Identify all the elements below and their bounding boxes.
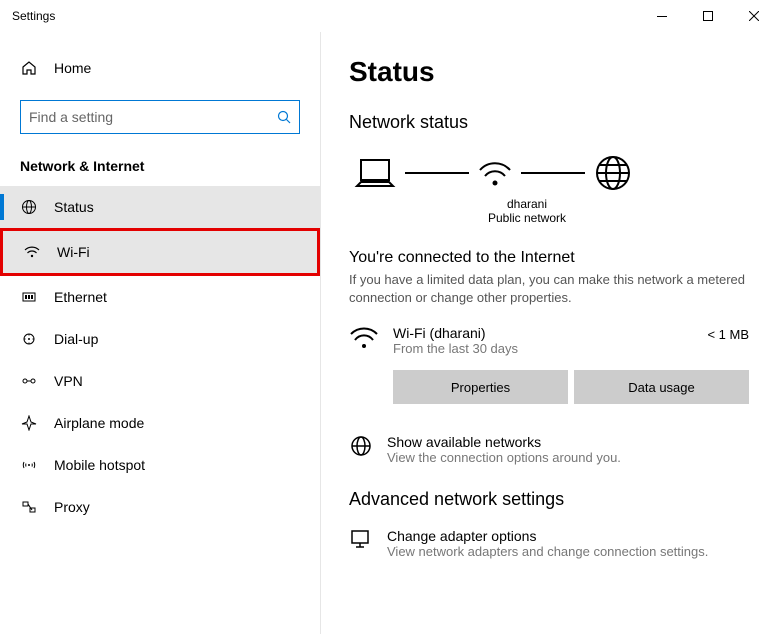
link-title: Show available networks xyxy=(387,434,621,450)
section-title: Network status xyxy=(349,112,749,133)
search-icon xyxy=(277,110,291,124)
minimize-button[interactable] xyxy=(639,0,685,32)
button-row: Properties Data usage xyxy=(349,370,749,404)
minimize-icon xyxy=(657,16,667,17)
nav-item-status[interactable]: Status xyxy=(0,186,320,228)
nav-label: Wi-Fi xyxy=(57,244,90,260)
nav-label: Dial-up xyxy=(54,331,98,347)
wifi-icon xyxy=(23,245,41,259)
home-icon xyxy=(20,60,38,76)
nav-item-proxy[interactable]: Proxy xyxy=(0,486,320,528)
nav-item-hotspot[interactable]: Mobile hotspot xyxy=(0,444,320,486)
nav-label: VPN xyxy=(54,373,83,389)
ethernet-icon xyxy=(20,290,38,304)
diagram-labels: dharani Public network xyxy=(349,197,749,225)
airplane-icon xyxy=(20,415,38,431)
connected-desc: If you have a limited data plan, you can… xyxy=(349,271,749,307)
nav-label: Ethernet xyxy=(54,289,107,305)
diagram-line xyxy=(521,172,585,174)
nav-label: Proxy xyxy=(54,499,90,515)
globe-icon xyxy=(20,199,38,215)
laptop-icon xyxy=(353,156,397,190)
nav-list: Status Wi-Fi Ethernet Dial-up VPN Airpla… xyxy=(0,186,320,528)
link-sub: View the connection options around you. xyxy=(387,450,621,465)
search-box[interactable] xyxy=(20,100,300,134)
dialup-icon xyxy=(20,332,38,346)
search-input[interactable] xyxy=(29,109,277,125)
nav-item-ethernet[interactable]: Ethernet xyxy=(0,276,320,318)
connection-sub: From the last 30 days xyxy=(393,341,693,356)
nav-item-airplane[interactable]: Airplane mode xyxy=(0,402,320,444)
properties-button[interactable]: Properties xyxy=(393,370,568,404)
maximize-button[interactable] xyxy=(685,0,731,32)
available-networks-link[interactable]: Show available networks View the connect… xyxy=(349,434,749,465)
nav-label: Mobile hotspot xyxy=(54,457,145,473)
network-name: dharani xyxy=(477,197,577,211)
connection-name: Wi-Fi (dharani) xyxy=(393,325,693,341)
network-type: Public network xyxy=(477,211,577,225)
link-title: Change adapter options xyxy=(387,528,708,544)
main-panel: Status Network status dharani Public net… xyxy=(320,32,777,634)
proxy-icon xyxy=(20,500,38,514)
nav-item-dialup[interactable]: Dial-up xyxy=(0,318,320,360)
connection-row: Wi-Fi (dharani) From the last 30 days < … xyxy=(349,325,749,356)
vpn-icon xyxy=(20,375,38,387)
page-title: Status xyxy=(349,56,749,88)
sidebar: Home Network & Internet Status Wi-Fi Eth… xyxy=(0,32,320,634)
connected-title: You're connected to the Internet xyxy=(349,249,749,267)
network-diagram xyxy=(349,153,749,193)
nav-label: Airplane mode xyxy=(54,415,144,431)
window-controls xyxy=(639,0,777,32)
data-usage-button[interactable]: Data usage xyxy=(574,370,749,404)
nav-label: Status xyxy=(54,199,94,215)
connection-usage: < 1 MB xyxy=(707,327,749,342)
close-button[interactable] xyxy=(731,0,777,32)
diagram-line xyxy=(405,172,469,174)
home-label: Home xyxy=(54,60,91,76)
category-title: Network & Internet xyxy=(0,158,320,186)
wifi-icon xyxy=(477,158,513,188)
close-icon xyxy=(749,11,759,21)
advanced-title: Advanced network settings xyxy=(349,489,749,510)
window-title: Settings xyxy=(12,9,55,23)
home-link[interactable]: Home xyxy=(0,52,320,84)
maximize-icon xyxy=(703,11,713,21)
globe-icon xyxy=(349,434,373,458)
wifi-icon xyxy=(349,325,379,351)
nav-item-vpn[interactable]: VPN xyxy=(0,360,320,402)
titlebar: Settings xyxy=(0,0,777,32)
adapter-options-link[interactable]: Change adapter options View network adap… xyxy=(349,528,749,559)
hotspot-icon xyxy=(20,458,38,472)
globe-icon xyxy=(593,153,633,193)
nav-item-wifi[interactable]: Wi-Fi xyxy=(0,228,320,276)
link-sub: View network adapters and change connect… xyxy=(387,544,708,559)
adapter-icon xyxy=(349,528,373,550)
